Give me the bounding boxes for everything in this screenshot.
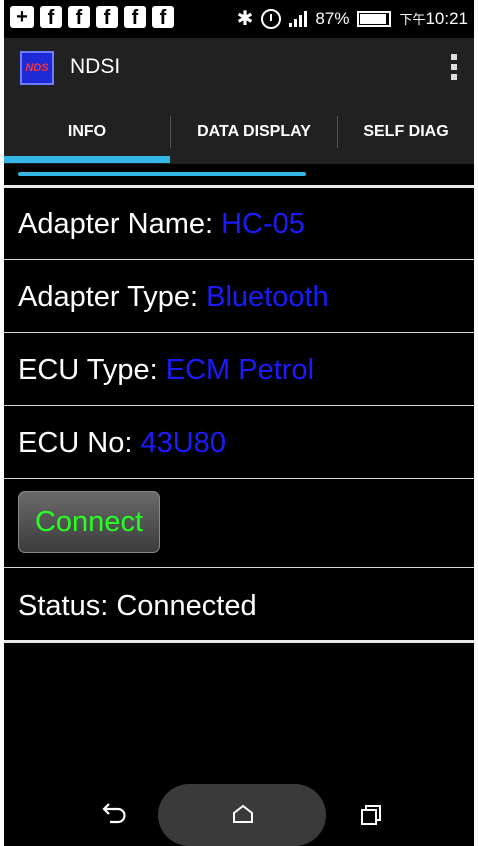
tab-data-display[interactable]: DATA DISPLAY	[171, 100, 337, 164]
battery-icon	[357, 10, 392, 27]
system-status: ✱ 87% 下午10:21	[237, 6, 468, 31]
status-row: Status: Connected	[18, 590, 257, 623]
tab-info[interactable]: INFO	[4, 100, 170, 164]
ecu-type-row: ECU Type: ECM Petrol	[18, 354, 314, 387]
app-title: NDSI	[70, 55, 121, 78]
status-value: Connected	[116, 590, 257, 622]
adapter-name-row: Adapter Name: HC-05	[18, 208, 305, 241]
adapter-type-value: Bluetooth	[206, 281, 329, 313]
adapter-name-value: HC-05	[221, 208, 305, 240]
recent-apps-icon[interactable]	[360, 804, 382, 826]
divider	[4, 185, 474, 188]
ecu-type-value: ECM Petrol	[165, 354, 315, 386]
tab-self-diag[interactable]: SELF DIAG	[338, 100, 474, 164]
ecu-no-row: ECU No: 43U80	[18, 427, 226, 460]
facebook-icon: f	[96, 6, 118, 28]
plus-box-icon: +	[10, 6, 34, 28]
alarm-icon	[261, 8, 282, 29]
divider	[4, 640, 474, 643]
action-bar: NDS NDSI	[4, 38, 474, 100]
ecu-type-label: ECU Type:	[18, 354, 158, 386]
adapter-type-row: Adapter Type: Bluetooth	[18, 281, 329, 314]
adapter-name-label: Adapter Name:	[18, 208, 214, 240]
adapter-type-label: Adapter Type:	[18, 281, 199, 313]
phone-screen: + f f f f f ✱ 87% 下午10:21 NDS NDSI INFO …	[4, 0, 474, 846]
bluetooth-icon: ✱	[236, 8, 254, 30]
notification-icons: + f f f f f	[10, 6, 174, 28]
facebook-icon: f	[152, 6, 174, 28]
status-label: Status:	[18, 590, 109, 622]
ecu-no-value: 43U80	[140, 427, 226, 459]
selected-tab-indicator	[4, 156, 170, 163]
facebook-icon: f	[68, 6, 90, 28]
divider	[4, 259, 474, 260]
divider	[4, 332, 474, 333]
tab-bar: INFO DATA DISPLAY SELF DIAG	[4, 100, 474, 164]
connect-button[interactable]: Connect	[18, 491, 160, 553]
facebook-icon: f	[40, 6, 62, 28]
divider	[4, 478, 474, 479]
app-logo-icon: NDS	[20, 51, 54, 85]
overflow-menu-icon[interactable]	[448, 54, 460, 84]
time-prefix: 下午	[399, 11, 426, 27]
facebook-icon: f	[124, 6, 146, 28]
divider	[4, 405, 474, 406]
signal-icon	[289, 10, 308, 27]
ecu-no-label: ECU No:	[18, 427, 133, 459]
status-bar: + f f f f f ✱ 87% 下午10:21	[4, 0, 474, 38]
back-icon[interactable]	[102, 802, 128, 824]
scroll-indicator	[18, 172, 306, 176]
divider	[4, 567, 474, 568]
clock: 10:21	[425, 8, 468, 28]
navigation-bar	[4, 776, 474, 846]
home-icon[interactable]	[232, 804, 254, 824]
battery-percent: 87%	[315, 8, 350, 28]
